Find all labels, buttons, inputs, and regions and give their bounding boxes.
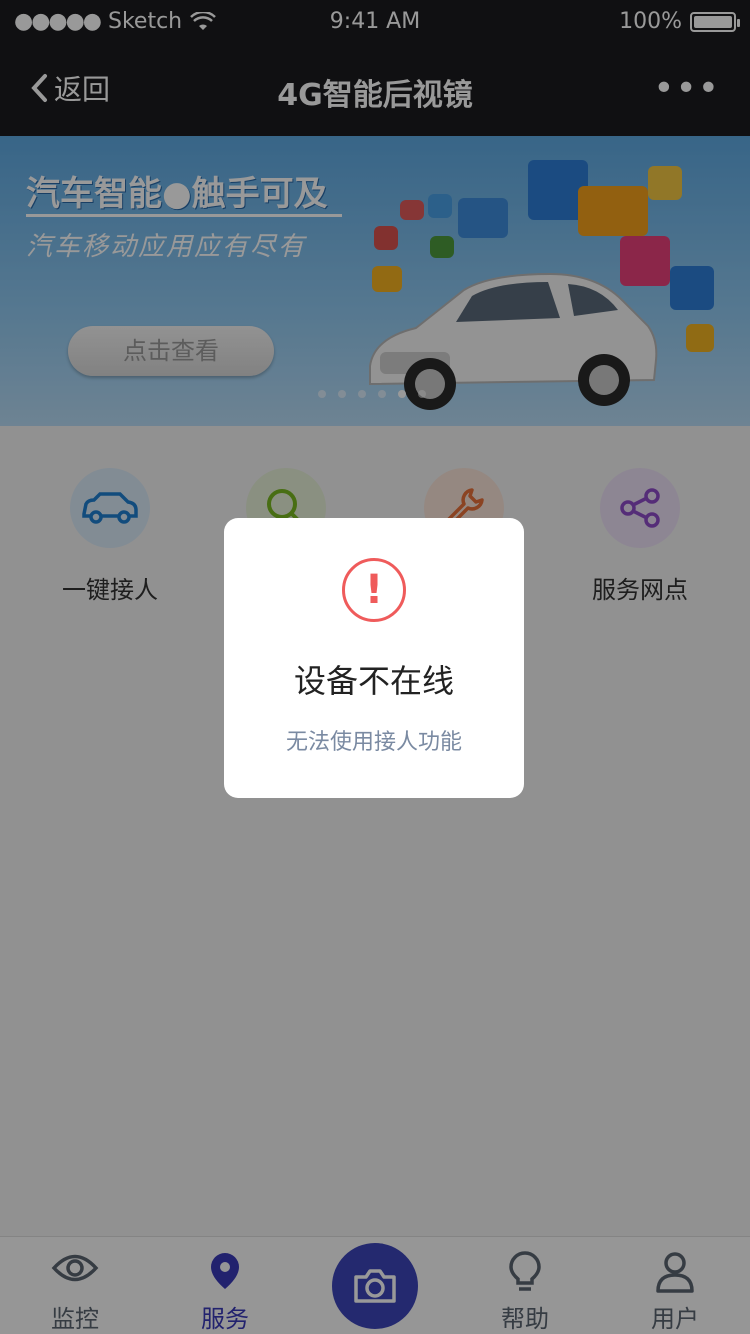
dialog-message: 无法使用接人功能	[285, 730, 462, 755]
alert-icon: !	[342, 558, 406, 622]
dialog-title: 设备不在线	[293, 662, 454, 700]
device-offline-dialog[interactable]: ! 设备不在线 无法使用接人功能	[224, 518, 524, 798]
